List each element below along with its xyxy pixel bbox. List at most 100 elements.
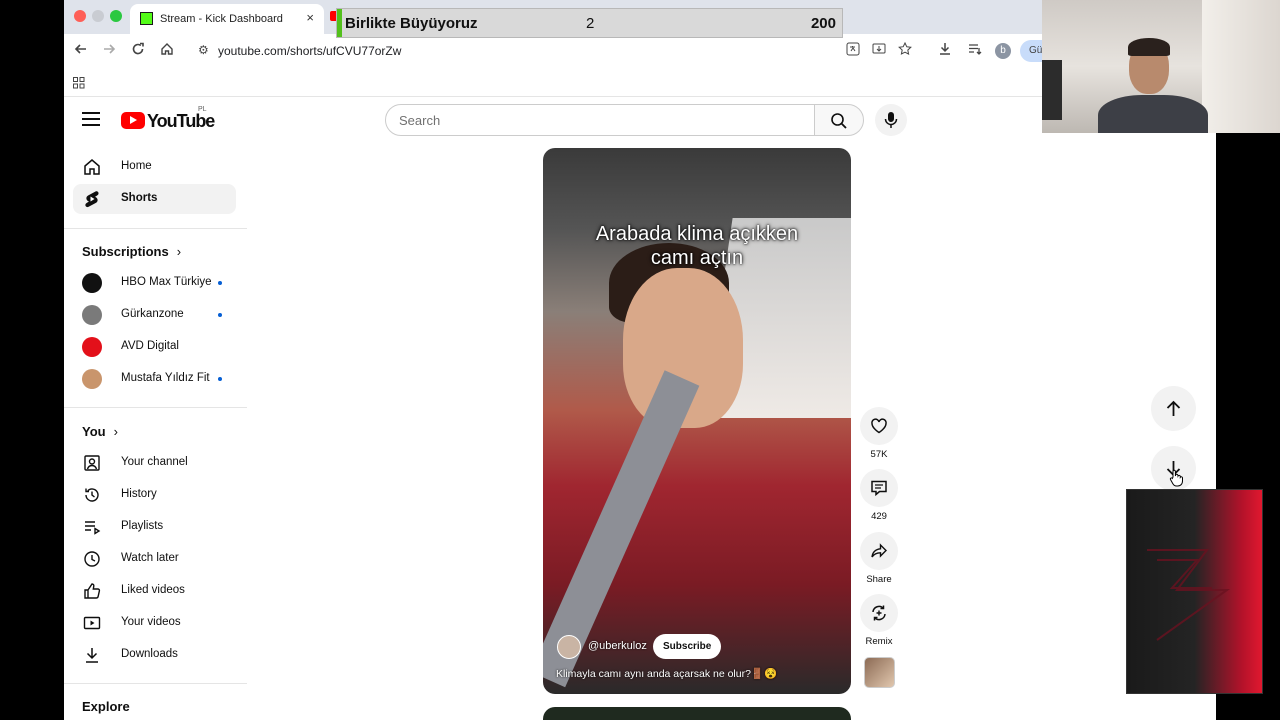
thumbs-up-icon	[84, 583, 101, 599]
sidebar-item-subscription[interactable]: AVD Digital	[73, 332, 236, 362]
sidebar-item-label: Gürkanzone	[121, 308, 184, 320]
sidebar-item-downloads[interactable]: Downloads	[73, 640, 236, 670]
sidebar-item-label: Your channel	[121, 456, 188, 468]
sidebar: Home Shorts Subscriptions › HBO Max Türki…	[64, 145, 247, 720]
sidebar-item-liked-videos[interactable]: Liked videos	[73, 576, 236, 606]
address-bar[interactable]: ⚙ youtube.com/shorts/ufCVU77orZw	[190, 37, 890, 65]
install-app-icon[interactable]	[870, 42, 888, 60]
stream-goal-overlay: Birlikte Büyüyoruz 2 200	[336, 8, 843, 38]
tab-kick-dashboard[interactable]: Stream - Kick Dashboard ×	[130, 4, 324, 34]
video-icon	[83, 616, 101, 630]
remix-button[interactable]	[860, 594, 898, 632]
like-action[interactable]: 57K	[860, 407, 898, 460]
back-icon[interactable]	[72, 42, 90, 60]
sidebar-item-playlists[interactable]: Playlists	[73, 512, 236, 542]
country-code: PL	[198, 106, 207, 113]
channel-avatar	[82, 305, 102, 325]
bookmark-star-icon[interactable]	[896, 41, 914, 60]
comment-count: 429	[871, 511, 887, 522]
forward-icon[interactable]	[100, 42, 118, 60]
reload-icon[interactable]	[129, 42, 147, 60]
screen: Stream - Kick Dashboard × ⚙ youtube.com/…	[0, 0, 1280, 720]
menu-icon[interactable]	[82, 112, 100, 126]
webcam-curtain	[1202, 0, 1280, 133]
previous-short-button[interactable]	[1151, 386, 1196, 431]
remix-action[interactable]: Remix	[860, 594, 898, 647]
sidebar-item-shorts[interactable]: Shorts	[73, 184, 236, 214]
comment-icon	[871, 480, 887, 497]
sound-thumbnail[interactable]	[864, 657, 895, 688]
subscriptions-title: Subscriptions	[82, 244, 169, 259]
translate-icon[interactable]	[844, 42, 862, 60]
sidebar-item-label: Your videos	[121, 616, 181, 628]
remix-label: Remix	[865, 636, 893, 647]
microphone-icon	[884, 112, 898, 128]
sidebar-item-subscription[interactable]: HBO Max Türkiye	[73, 268, 236, 298]
youtube-page: YouTube PL Home Shorts Subscrip	[64, 97, 1216, 720]
share-button[interactable]	[860, 532, 898, 570]
video-caption: Arabada klima açıkken camı açtın	[543, 222, 851, 270]
zoom-window-button[interactable]	[110, 10, 122, 22]
you-heading[interactable]: You ›	[82, 424, 118, 439]
sidebar-item-label: Liked videos	[121, 584, 185, 596]
webcam-monitor	[1042, 60, 1062, 120]
chevron-right-icon: ›	[176, 244, 182, 259]
you-title: You	[82, 424, 106, 439]
comments-action[interactable]: 429	[860, 469, 898, 522]
sidebar-item-watch-later[interactable]: Watch later	[73, 544, 236, 574]
history-icon	[85, 488, 99, 502]
like-count: 57K	[870, 449, 888, 460]
share-icon	[871, 543, 887, 558]
sidebar-item-subscription[interactable]: Gürkanzone	[73, 300, 236, 330]
channel-avatar[interactable]	[557, 635, 581, 659]
sidebar-item-your-videos[interactable]: Your videos	[73, 608, 236, 638]
goal-progress-bar	[337, 9, 342, 37]
sidebar-item-home[interactable]: Home	[73, 152, 236, 182]
home-browser-icon[interactable]	[158, 42, 176, 60]
subscriptions-heading[interactable]: Subscriptions ›	[82, 244, 181, 259]
subscribe-button[interactable]: Subscribe	[653, 634, 722, 659]
share-action[interactable]: Share	[860, 532, 898, 585]
comments-button[interactable]	[860, 469, 898, 507]
sidebar-item-label: Shorts	[121, 192, 158, 204]
clock-icon	[84, 551, 100, 567]
like-button[interactable]	[860, 407, 898, 445]
minimize-window-button[interactable]	[92, 10, 104, 22]
sidebar-item-label: Mustafa Yıldız Fit	[121, 372, 210, 384]
search-button[interactable]	[814, 104, 864, 136]
short-video-player[interactable]: Arabada klima açıkken camı açtın @uberku…	[543, 148, 851, 694]
reading-list-icon[interactable]	[966, 42, 984, 60]
explore-heading: Explore	[82, 699, 130, 714]
goal-title: Birlikte Büyüyoruz	[345, 15, 478, 32]
sidebar-divider	[64, 407, 247, 408]
search-icon	[831, 113, 847, 129]
share-label: Share	[866, 574, 892, 585]
new-content-dot	[218, 377, 222, 381]
channel-name[interactable]: @uberkuloz	[588, 640, 647, 652]
sidebar-item-label: History	[121, 488, 157, 500]
remix-icon	[872, 605, 886, 621]
sidebar-item-history[interactable]: History	[73, 480, 236, 510]
search-input[interactable]	[385, 104, 815, 136]
apps-grid-icon[interactable]	[73, 76, 85, 94]
youtube-play-icon	[121, 112, 145, 129]
site-settings-icon[interactable]: ⚙	[198, 43, 209, 57]
channel-avatar	[82, 273, 102, 293]
profile-avatar[interactable]: b	[995, 43, 1011, 59]
logo-text: YouTube	[147, 111, 215, 131]
kick-favicon-icon	[140, 12, 153, 25]
sidebar-item-your-channel[interactable]: Your channel	[73, 448, 236, 478]
video-description[interactable]: Klimayla camı aynı anda açarsak ne olur?…	[556, 667, 777, 680]
tab-close-icon[interactable]: ×	[306, 10, 314, 25]
close-window-button[interactable]	[74, 10, 86, 22]
sidebar-item-label: AVD Digital	[121, 340, 179, 352]
sidebar-item-label: Watch later	[121, 552, 179, 564]
sidebar-item-label: Downloads	[121, 648, 178, 660]
sidebar-item-subscription[interactable]: Mustafa Yıldız Fit	[73, 364, 236, 394]
next-short-preview[interactable]	[543, 707, 851, 720]
voice-search-button[interactable]	[875, 104, 907, 136]
shorts-icon	[85, 191, 99, 208]
home-icon	[84, 159, 100, 175]
downloads-icon[interactable]	[936, 42, 954, 60]
download-icon	[86, 648, 98, 663]
